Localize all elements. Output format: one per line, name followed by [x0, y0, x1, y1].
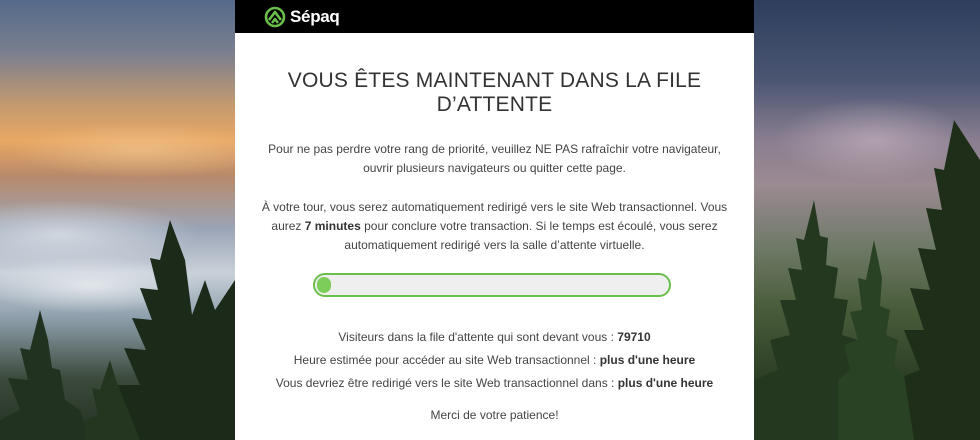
thanks-message: Merci de votre patience! [430, 408, 559, 422]
estimated-time-line: Heure estimée pour accéder au site Web t… [235, 351, 754, 374]
sepaq-mountain-icon [264, 6, 286, 27]
queue-progress-fill [317, 277, 331, 293]
page-title: VOUS ÊTES MAINTENANT DANS LA FILE D’ATTE… [287, 69, 702, 116]
forest-silhouette-right [754, 120, 980, 440]
redirect-info-part-2: pour conclure votre transaction. Si le t… [344, 219, 718, 252]
background-right-landscape [754, 0, 980, 440]
brand-name: Sépaq [290, 6, 340, 26]
forest-silhouette-left [0, 220, 235, 440]
header-bar: Sépaq [235, 0, 754, 33]
priority-warning-text: Pour ne pas perdre votre rang de priorit… [268, 142, 721, 175]
visitors-ahead-value: 79710 [617, 330, 651, 344]
redirect-eta-value: plus d'une heure [617, 376, 714, 390]
background-left-landscape [0, 0, 235, 440]
estimated-time-value: plus d'une heure [599, 353, 696, 367]
queue-progress-bar [313, 273, 671, 297]
queue-stats: Visiteurs dans la file d'attente qui son… [235, 328, 754, 397]
brand-logo[interactable]: Sépaq [264, 6, 340, 28]
time-limit-value: 7 minutes [304, 219, 361, 233]
redirect-eta-line: Vous devriez être redirigé vers le site … [235, 374, 754, 397]
visitors-ahead-line: Visiteurs dans la file d'attente qui son… [235, 328, 754, 351]
redirect-info-text: À votre tour, vous serez automatiquement… [260, 198, 730, 255]
redirect-eta-label: Vous devriez être redirigé vers le site … [275, 376, 618, 390]
estimated-time-label: Heure estimée pour accéder au site Web t… [293, 353, 600, 367]
queue-card: Sépaq VOUS ÊTES MAINTENANT DANS LA FILE … [235, 0, 754, 440]
visitors-ahead-label: Visiteurs dans la file d'attente qui son… [338, 330, 618, 344]
